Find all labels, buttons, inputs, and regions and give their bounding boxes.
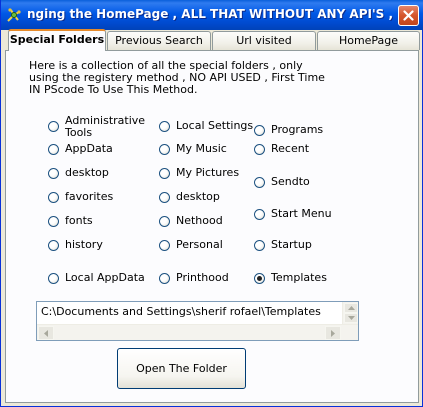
tab-strip: Special Folders Previous Search Url visi… — [1, 29, 423, 51]
radio-printhood[interactable]: Printhood — [159, 272, 229, 284]
radio-favorites[interactable]: favorites — [48, 191, 113, 203]
radio-indicator — [48, 216, 59, 227]
title-bar[interactable]: nging the HomePage , ALL THAT WITHOUT AN… — [1, 0, 423, 30]
radio-label: Local AppData — [65, 271, 145, 284]
radio-sendto[interactable]: Sendto — [254, 176, 310, 188]
special-folders-panel: Here is a collection of all the special … — [5, 50, 419, 403]
app-icon — [5, 6, 23, 24]
radio-label: desktop — [176, 190, 220, 203]
radio-start-menu[interactable]: Start Menu — [254, 208, 332, 220]
arrow-up-icon — [347, 306, 355, 310]
radio-label: fonts — [65, 214, 93, 227]
radio-label: My Pictures — [176, 166, 240, 179]
close-icon — [403, 10, 414, 21]
radio-label: AppData — [65, 142, 113, 155]
close-button[interactable] — [398, 5, 419, 26]
radio-label: Programs — [271, 123, 324, 136]
radio-administrative-tools[interactable]: Administrative Tools — [48, 114, 146, 139]
arrow-left-icon — [44, 329, 48, 337]
radio-indicator — [48, 192, 59, 203]
radio-indicator — [48, 121, 59, 132]
radio-programs[interactable]: Programs — [254, 124, 323, 136]
radio-indicator — [48, 168, 59, 179]
radio-indicator — [48, 273, 59, 284]
radio-indicator — [254, 209, 265, 220]
radio-personal[interactable]: Personal — [159, 239, 223, 251]
radio-indicator — [159, 192, 170, 203]
tab-homepage[interactable]: HomePage — [317, 31, 420, 50]
radio-indicator — [48, 144, 59, 155]
radio-indicator-selected — [254, 273, 265, 284]
radio-label: Printhood — [176, 271, 229, 284]
open-folder-button[interactable]: Open The Folder — [117, 348, 246, 389]
radio-appdata[interactable]: AppData — [48, 143, 113, 155]
radio-desktop-2[interactable]: desktop — [159, 191, 220, 203]
horizontal-scrollbar[interactable] — [37, 324, 358, 340]
radio-label: My Music — [176, 142, 227, 155]
vertical-scrollbar[interactable] — [342, 302, 358, 324]
radio-label: Start Menu — [271, 207, 332, 220]
radio-label: Personal — [176, 238, 223, 251]
radio-label: Startup — [271, 238, 312, 251]
radio-indicator — [254, 177, 265, 188]
path-textbox[interactable]: C:\Documents and Settings\sherif rofael\… — [36, 301, 359, 341]
radio-indicator — [159, 144, 170, 155]
window-title: nging the HomePage , ALL THAT WITHOUT AN… — [27, 7, 393, 21]
arrow-right-icon — [331, 329, 335, 337]
radio-indicator — [254, 240, 265, 251]
radio-indicator — [159, 240, 170, 251]
scroll-up-button[interactable] — [344, 303, 358, 313]
radio-my-music[interactable]: My Music — [159, 143, 227, 155]
arrow-down-icon — [347, 316, 355, 320]
radio-label: Administrative Tools — [65, 114, 146, 139]
radio-label: history — [65, 238, 103, 251]
radio-my-pictures[interactable]: My Pictures — [159, 167, 239, 179]
radio-fonts[interactable]: fonts — [48, 215, 93, 227]
radio-indicator — [159, 216, 170, 227]
radio-desktop[interactable]: desktop — [48, 167, 109, 179]
radio-templates[interactable]: Templates — [254, 272, 327, 284]
description-text: Here is a collection of all the special … — [29, 59, 325, 96]
radio-label: favorites — [65, 190, 114, 203]
radio-history[interactable]: history — [48, 239, 103, 251]
radio-nethood[interactable]: Nethood — [159, 215, 223, 227]
radio-local-appdata[interactable]: Local AppData — [48, 272, 145, 284]
radio-startup[interactable]: Startup — [254, 239, 312, 251]
radio-indicator — [159, 168, 170, 179]
scroll-right-button[interactable] — [325, 326, 341, 340]
main-window: nging the HomePage , ALL THAT WITHOUT AN… — [0, 0, 423, 407]
tab-previous-search[interactable]: Previous Search — [107, 31, 211, 50]
radio-indicator — [254, 144, 265, 155]
radio-indicator — [159, 273, 170, 284]
radio-label: Sendto — [271, 175, 310, 188]
scroll-down-button[interactable] — [344, 313, 358, 323]
radio-label: Local Settings — [176, 119, 254, 132]
radio-local-settings[interactable]: Local Settings — [159, 120, 253, 132]
radio-label: Recent — [271, 142, 310, 155]
radio-recent[interactable]: Recent — [254, 143, 309, 155]
path-value: C:\Documents and Settings\sherif rofael\… — [41, 305, 321, 318]
radio-indicator — [159, 121, 170, 132]
radio-indicator — [48, 240, 59, 251]
tab-special-folders[interactable]: Special Folders — [8, 29, 106, 51]
tab-url-visited[interactable]: Url visited — [212, 31, 316, 50]
radio-label: Nethood — [176, 214, 223, 227]
radio-indicator — [254, 125, 265, 136]
scroll-left-button[interactable] — [38, 326, 54, 340]
radio-label: Templates — [271, 271, 327, 284]
radio-label: desktop — [65, 166, 109, 179]
